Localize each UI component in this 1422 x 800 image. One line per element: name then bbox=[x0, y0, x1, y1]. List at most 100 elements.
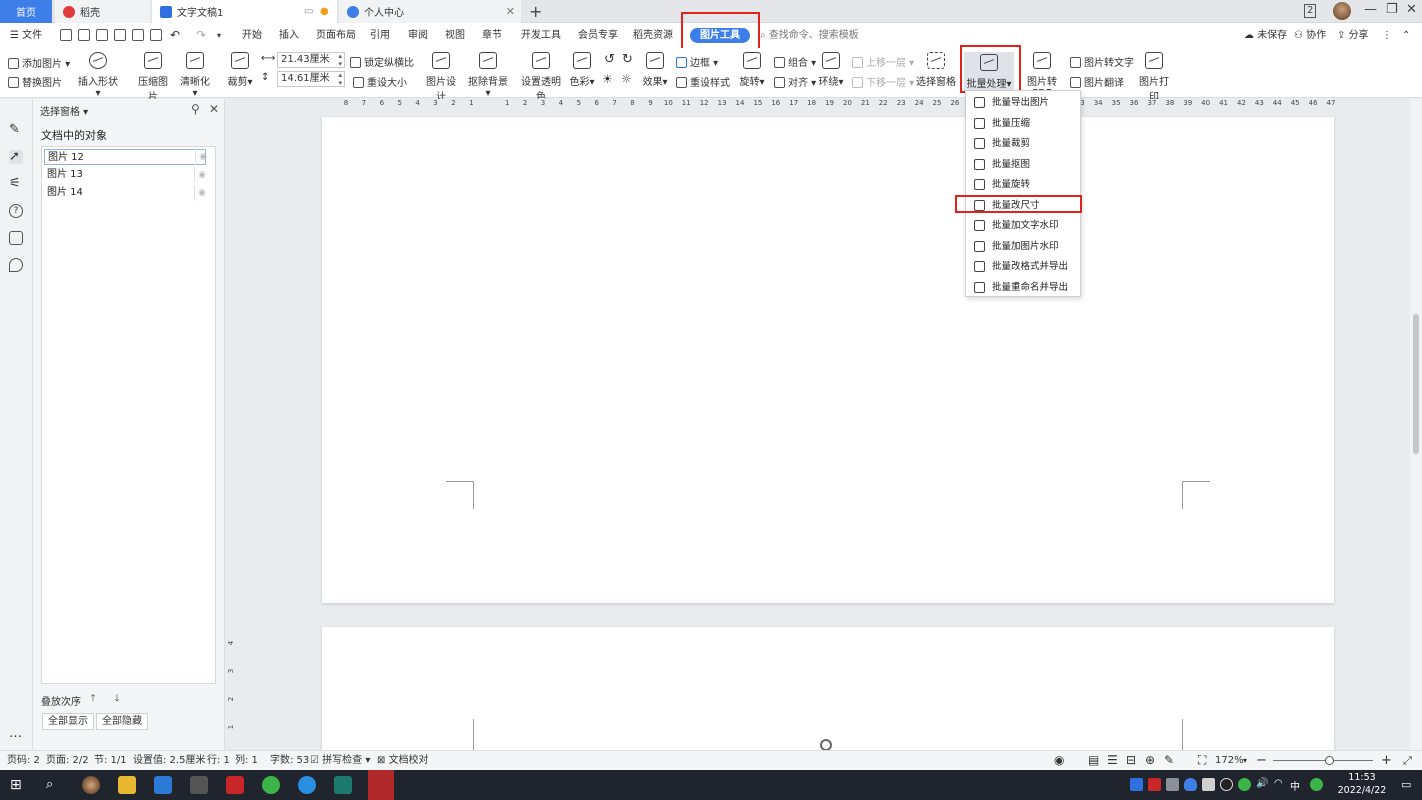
visibility-eye-icon[interactable]: ◉ bbox=[195, 149, 210, 165]
scrollbar-thumb[interactable] bbox=[1413, 314, 1419, 454]
new-tab-button[interactable]: + bbox=[529, 2, 542, 21]
edit-pen-icon[interactable]: ✎ bbox=[9, 123, 23, 137]
set-transparent-button[interactable]: 设置透明色 bbox=[517, 52, 565, 103]
compress-image-button[interactable]: 压缩图片 bbox=[134, 52, 172, 103]
minimize-icon[interactable]: — bbox=[1364, 2, 1377, 17]
menu-chapter[interactable]: 章节 bbox=[482, 23, 502, 48]
zoom-dropdown-icon[interactable]: ▾ bbox=[1243, 751, 1247, 770]
autocad-icon[interactable] bbox=[226, 776, 244, 794]
tab-daoke[interactable]: 稻壳 bbox=[55, 0, 150, 23]
page-number[interactable]: 页码: 2 bbox=[7, 751, 40, 770]
menu-start[interactable]: 开始 bbox=[242, 23, 262, 48]
file-explorer-icon[interactable] bbox=[118, 776, 136, 794]
bring-forward-button[interactable]: 上移一层 ▾ bbox=[852, 54, 914, 69]
wps-office-tray-icon[interactable] bbox=[1148, 778, 1161, 791]
save-icon[interactable] bbox=[96, 29, 108, 41]
align-button[interactable]: 对齐 ▾ bbox=[774, 74, 816, 89]
sogou-ime-icon[interactable] bbox=[1310, 778, 1323, 791]
share-button[interactable]: ⇪ 分享 bbox=[1337, 23, 1369, 48]
wechat-tray-icon[interactable] bbox=[1238, 778, 1251, 791]
reading-view-icon[interactable]: ⊟ bbox=[1126, 751, 1136, 770]
group-button[interactable]: 组合 ▾ bbox=[774, 54, 816, 69]
crop-button[interactable]: 裁剪▾ bbox=[226, 52, 254, 88]
selection-pane-button[interactable]: 选择窗格 bbox=[916, 52, 956, 88]
redo-icon[interactable]: ↷ bbox=[196, 23, 206, 48]
windows-start-icon[interactable]: ⊞ bbox=[10, 776, 28, 794]
document-page[interactable] bbox=[322, 117, 1334, 603]
wechat-icon[interactable] bbox=[262, 776, 280, 794]
brightness-up-icon[interactable]: ☀ bbox=[602, 72, 613, 86]
rotate-left-icon[interactable]: ↺ bbox=[604, 52, 615, 67]
vertical-scrollbar[interactable] bbox=[1410, 99, 1422, 750]
wrap-button[interactable]: 环绕▾ bbox=[818, 52, 844, 88]
width-stepper-icon[interactable]: ▴ ▾ bbox=[338, 52, 342, 68]
menu-insert[interactable]: 插入 bbox=[279, 23, 299, 48]
move-down-icon[interactable]: 🡓 bbox=[109, 691, 125, 707]
image-print-button[interactable]: 图片打印 bbox=[1135, 52, 1173, 103]
send-backward-button[interactable]: 下移一层 ▾ bbox=[852, 74, 914, 89]
page-view-icon[interactable]: ▤ bbox=[1088, 751, 1099, 770]
lock-ratio-checkbox[interactable]: 锁定纵横比 bbox=[350, 54, 414, 69]
word-count[interactable]: 字数: 53 bbox=[270, 751, 309, 770]
zoom-slider-knob[interactable] bbox=[1325, 756, 1334, 765]
batch-menu-item[interactable]: 批量重命名并导出 bbox=[967, 279, 1079, 297]
vertical-ruler[interactable]: 4 3 2 1 bbox=[226, 629, 238, 749]
menu-page-layout[interactable]: 页面布局 bbox=[316, 23, 356, 48]
menu-member[interactable]: 会员专享 bbox=[578, 23, 618, 48]
clock-date[interactable]: 2022/4/22 bbox=[1332, 785, 1392, 796]
menu-developer[interactable]: 开发工具 bbox=[521, 23, 561, 48]
zoom-out-icon[interactable]: − bbox=[1256, 751, 1267, 770]
print-preview-icon[interactable] bbox=[150, 29, 162, 41]
monitor-tray-icon[interactable] bbox=[1166, 778, 1179, 791]
object-anchor-icon[interactable] bbox=[820, 739, 832, 750]
user-avatar[interactable] bbox=[1333, 2, 1351, 20]
menu-picture-tools[interactable]: 图片工具 bbox=[690, 28, 750, 43]
window-count-badge[interactable]: 2 bbox=[1304, 4, 1317, 18]
app-tray-icon[interactable] bbox=[1202, 778, 1215, 791]
collaborate-button[interactable]: ⚇ 协作 bbox=[1294, 23, 1326, 48]
object-item[interactable]: 图片 12 ◉ bbox=[44, 149, 207, 165]
notification-icon[interactable]: ▭ bbox=[1401, 778, 1414, 791]
visibility-eye-icon[interactable]: ◉ bbox=[194, 185, 209, 201]
wps-app-icon[interactable] bbox=[368, 770, 394, 800]
undo-icon[interactable]: ↶ bbox=[170, 23, 180, 48]
show-all-button[interactable]: 全部显示 bbox=[42, 713, 94, 730]
tab-personal-center[interactable]: 个人中心 ✕ bbox=[339, 0, 521, 23]
batch-menu-item[interactable]: 批量改格式并导出 bbox=[967, 258, 1079, 276]
batch-process-button[interactable]: 批量处理▾ bbox=[964, 52, 1014, 92]
move-up-icon[interactable]: 🡑 bbox=[85, 691, 101, 707]
rotate-right-icon[interactable]: ↻ bbox=[622, 52, 633, 67]
collapse-ribbon-icon[interactable]: ⌃ bbox=[1402, 23, 1410, 48]
web-view-icon[interactable]: ⊕ bbox=[1145, 751, 1155, 770]
batch-menu-item[interactable]: 批量导出图片 bbox=[967, 94, 1079, 112]
quick-access-dropdown-icon[interactable]: ▾ bbox=[217, 23, 221, 48]
image-edit-icon[interactable] bbox=[9, 231, 23, 245]
reset-style-button[interactable]: 重设样式 bbox=[676, 74, 730, 89]
height-input[interactable]: 14.61厘米 ▴ ▾ bbox=[277, 71, 345, 87]
network-icon[interactable]: ◠ bbox=[1274, 778, 1287, 791]
avatar-app-icon[interactable] bbox=[82, 776, 100, 794]
eye-protection-icon[interactable]: ◉ bbox=[1054, 751, 1064, 770]
security-tray-icon[interactable] bbox=[1184, 778, 1197, 791]
rotate-button[interactable]: 旋转▾ bbox=[739, 52, 765, 88]
pin-icon[interactable]: ⚲ bbox=[191, 102, 200, 116]
color-button[interactable]: 色彩▾ bbox=[569, 52, 595, 88]
new-doc-icon[interactable] bbox=[60, 29, 72, 41]
column-indicator[interactable]: 列: 1 bbox=[235, 751, 258, 770]
document-page[interactable] bbox=[322, 627, 1334, 750]
image-translate-button[interactable]: 图片翻译 bbox=[1070, 74, 1124, 89]
close-pane-icon[interactable]: ✕ bbox=[209, 102, 219, 116]
effects-button[interactable]: 效果▾ bbox=[642, 52, 668, 88]
restore-icon[interactable]: ❐ bbox=[1386, 2, 1398, 17]
selection-pane-title[interactable]: 选择窗格 ▾ bbox=[40, 103, 88, 118]
search-icon[interactable]: ⌕ bbox=[46, 776, 64, 794]
more-horizontal-icon[interactable]: … bbox=[9, 727, 23, 741]
tab-document[interactable]: 文字文稿1 ▭ ● bbox=[152, 0, 337, 23]
batch-menu-item[interactable]: 批量改尺寸 bbox=[967, 197, 1079, 215]
replace-image-button[interactable]: 替换图片 bbox=[8, 74, 62, 89]
photos-app-icon[interactable] bbox=[154, 776, 172, 794]
insert-shape-button[interactable]: 插入形状▾ bbox=[76, 52, 120, 99]
write-mode-icon[interactable]: ✎ bbox=[1164, 751, 1174, 770]
document-canvas[interactable]: 8 7 6 5 4 3 2 1 1 2 3 4 5 6 7 8 9 10 11 12 13 14 15 16 17 18 19 20 2… bbox=[226, 99, 1410, 750]
setting-value[interactable]: 设置值: 2.5厘米 bbox=[133, 751, 205, 770]
